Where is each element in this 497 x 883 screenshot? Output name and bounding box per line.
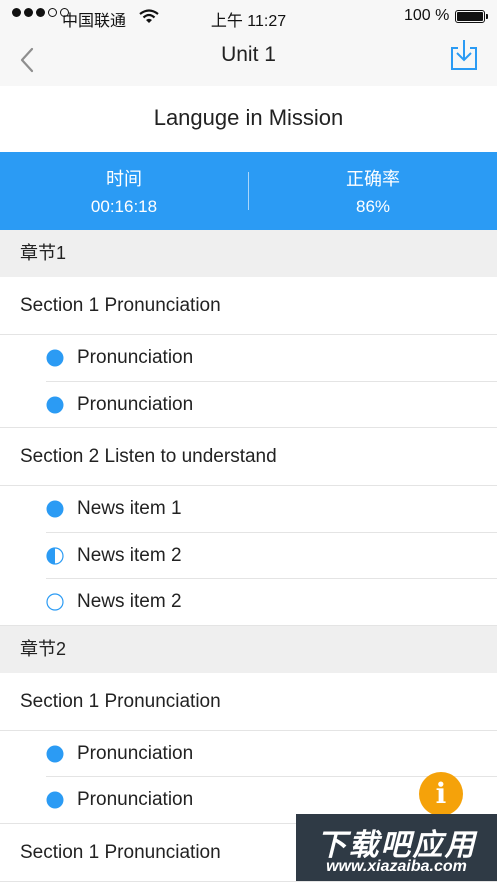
progress-complete-icon bbox=[46, 745, 64, 762]
lesson-item[interactable]: News item 2 bbox=[0, 532, 497, 579]
lesson-label: News item 2 bbox=[77, 591, 182, 612]
stats-banner: 时间 00:16:18 正确率 86% bbox=[0, 152, 497, 230]
section-row[interactable]: Section 1 Pronunciation bbox=[0, 277, 497, 335]
lesson-item[interactable]: Pronunciation bbox=[0, 730, 497, 777]
chapter-header: 章节1 bbox=[0, 230, 497, 277]
lesson-label: News item 1 bbox=[77, 498, 182, 519]
row-divider bbox=[0, 624, 497, 626]
navigation-bar: Unit 1 bbox=[0, 34, 497, 86]
section-row[interactable]: Section 1 Pronunciation bbox=[0, 672, 497, 731]
accuracy-value: 86% bbox=[355, 197, 391, 216]
progress-empty-icon bbox=[46, 593, 64, 611]
progress-complete-icon bbox=[46, 349, 64, 367]
lesson-label: Pronunciation bbox=[77, 742, 194, 764]
time-value: 00:16:18 bbox=[90, 197, 158, 216]
unit-title: Languge in Mission bbox=[0, 86, 497, 152]
progress-complete-icon bbox=[46, 500, 64, 518]
section-row[interactable]: Section 2 Listen to understand bbox=[0, 428, 497, 486]
lesson-label: News item 2 bbox=[77, 544, 182, 566]
lesson-item[interactable]: News item 2 bbox=[0, 579, 497, 626]
download-icon[interactable] bbox=[449, 38, 479, 72]
time-label: 时间 bbox=[106, 169, 142, 189]
progress-half-icon bbox=[46, 546, 64, 565]
lesson-label: Pronunciation bbox=[77, 393, 194, 415]
time-stat: 时间 00:16:18 bbox=[0, 167, 248, 219]
lesson-label: Pronunciation bbox=[77, 789, 194, 810]
accuracy-label: 正确率 bbox=[346, 169, 400, 189]
status-bar: 中国联通 上午 11:27 100 % bbox=[0, 0, 497, 34]
battery-percentage: 100 % bbox=[404, 7, 450, 24]
watermark-url: www.xiazaiba.com bbox=[326, 858, 467, 875]
watermark-logo: 下载吧应用 www.xiazaiba.com bbox=[296, 814, 497, 881]
page-title: Unit 1 bbox=[221, 43, 276, 66]
chapter-header: 章节2 bbox=[0, 625, 497, 673]
lesson-item[interactable]: Pronunciation bbox=[0, 381, 497, 428]
row-divider bbox=[0, 427, 497, 428]
lesson-item[interactable]: Pronunciation bbox=[0, 335, 497, 382]
accuracy-stat: 正确率 86% bbox=[249, 167, 497, 219]
lesson-item[interactable]: News item 1 bbox=[0, 486, 497, 533]
progress-complete-icon bbox=[46, 396, 64, 413]
battery-icon bbox=[455, 10, 488, 23]
lesson-label: Pronunciation bbox=[77, 347, 194, 368]
info-button[interactable]: i bbox=[419, 772, 463, 816]
progress-complete-icon bbox=[46, 791, 64, 809]
